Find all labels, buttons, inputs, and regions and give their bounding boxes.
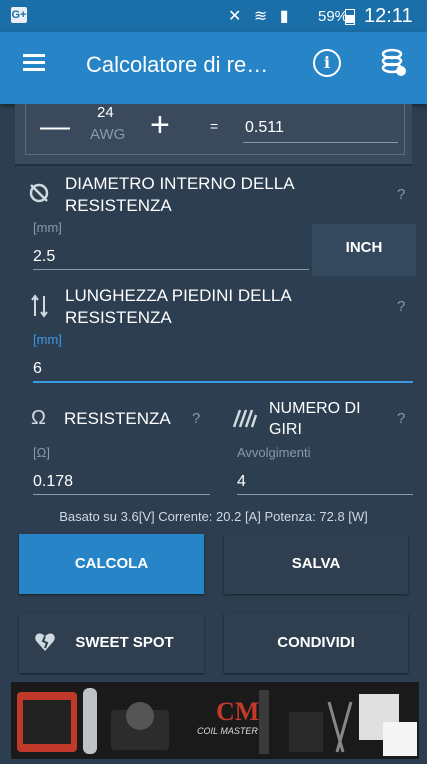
diameter-input[interactable]: 2.5 bbox=[33, 248, 55, 266]
diameter-help[interactable]: ? bbox=[397, 186, 405, 203]
diameter-icon bbox=[29, 183, 49, 203]
coil-wraps-icon bbox=[232, 409, 258, 428]
diameter-label: DIAMETRO INTERNO DELLA RESISTENZA bbox=[65, 174, 295, 215]
coil-icon[interactable] bbox=[380, 48, 408, 78]
menu-icon[interactable] bbox=[23, 54, 45, 72]
ad-banner[interactable]: CM COIL MASTER bbox=[11, 682, 419, 759]
equals-sign: = bbox=[210, 118, 219, 134]
calcola-button[interactable]: CALCOLA bbox=[19, 534, 204, 594]
svg-text:COIL MASTER: COIL MASTER bbox=[197, 726, 258, 736]
google-plus-icon: G+ bbox=[11, 7, 27, 23]
length-input[interactable]: 6 bbox=[33, 360, 42, 378]
clock: 12:11 bbox=[364, 5, 413, 27]
ohm-icon: Ω bbox=[31, 407, 46, 429]
resistance-help[interactable]: ? bbox=[192, 410, 200, 427]
awg-unit: AWG bbox=[90, 126, 126, 143]
turns-unit: Avvolgimenti bbox=[237, 445, 311, 460]
salva-button[interactable]: SALVA bbox=[224, 534, 408, 594]
broken-heart-icon bbox=[35, 633, 55, 651]
inch-button[interactable]: INCH bbox=[312, 224, 416, 276]
battery-level: 59% bbox=[318, 8, 349, 25]
resistance-label: RESISTENZA bbox=[64, 409, 171, 428]
summary-text: Basato su 3.6[V] Corrente: 20.2 [A] Pote… bbox=[59, 509, 368, 524]
resistance-unit: [Ω] bbox=[33, 445, 50, 460]
resistance-input[interactable]: 0.178 bbox=[33, 473, 73, 491]
status-icons: ✕ ≋ ▮ bbox=[228, 8, 293, 25]
length-help[interactable]: ? bbox=[397, 298, 405, 315]
page-title: Calcolatore di re… bbox=[86, 52, 269, 77]
status-bar: G+ ✕ ≋ ▮ 59% 12:11 bbox=[0, 0, 427, 32]
length-unit: [mm] bbox=[33, 332, 62, 347]
awg-value: 24 bbox=[97, 104, 114, 121]
minus-button[interactable]: — bbox=[40, 110, 70, 144]
ad-products-image: CM COIL MASTER bbox=[17, 688, 417, 756]
turns-label: NUMERO DI GIRI bbox=[269, 400, 361, 438]
svg-text:CM: CM bbox=[216, 697, 259, 726]
sweet-spot-label: SWEET SPOT bbox=[75, 634, 174, 651]
condividi-button[interactable]: CONDIVIDI bbox=[224, 613, 408, 673]
awg-result-field[interactable]: 0.511 bbox=[245, 119, 284, 137]
length-label: LUNGHEZZA PIEDINI DELLA RESISTENZA bbox=[65, 286, 292, 327]
diameter-unit: [mm] bbox=[33, 220, 62, 235]
app-bar: Calcolatore di re… i bbox=[0, 32, 427, 104]
turns-help[interactable]: ? bbox=[397, 410, 405, 427]
length-icon bbox=[31, 294, 48, 318]
turns-input[interactable]: 4 bbox=[237, 473, 246, 491]
plus-button[interactable]: + bbox=[150, 106, 170, 145]
info-icon[interactable]: i bbox=[313, 49, 341, 77]
